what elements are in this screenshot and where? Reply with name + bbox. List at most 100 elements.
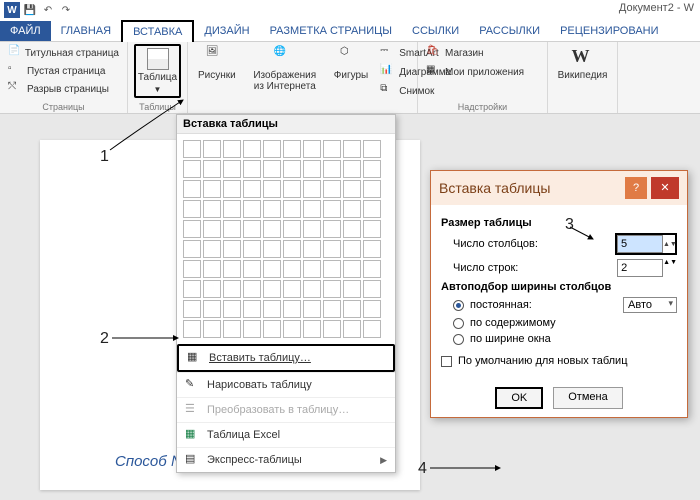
grid-cell[interactable] — [183, 140, 201, 158]
tab-design[interactable]: ДИЗАЙН — [194, 21, 259, 41]
grid-cell[interactable] — [243, 260, 261, 278]
online-pictures-button[interactable]: 🌐Изображения из Интернета — [246, 44, 324, 100]
grid-cell[interactable] — [283, 320, 301, 338]
undo-icon[interactable]: ↶ — [40, 2, 56, 18]
grid-cell[interactable] — [263, 180, 281, 198]
remember-checkbox[interactable] — [441, 356, 452, 367]
grid-cell[interactable] — [363, 160, 381, 178]
grid-cell[interactable] — [183, 260, 201, 278]
grid-cell[interactable] — [363, 140, 381, 158]
grid-cell[interactable] — [243, 160, 261, 178]
tab-home[interactable]: ГЛАВНАЯ — [51, 21, 121, 41]
fixed-width-select[interactable]: Авто — [623, 297, 677, 313]
grid-cell[interactable] — [323, 320, 341, 338]
grid-cell[interactable] — [343, 300, 361, 318]
grid-cell[interactable] — [203, 140, 221, 158]
grid-cell[interactable] — [183, 220, 201, 238]
tab-review[interactable]: РЕЦЕНЗИРОВАНИ — [550, 21, 668, 41]
grid-cell[interactable] — [203, 300, 221, 318]
grid-cell[interactable] — [203, 320, 221, 338]
grid-cell[interactable] — [223, 260, 241, 278]
grid-cell[interactable] — [323, 280, 341, 298]
grid-cell[interactable] — [243, 200, 261, 218]
grid-cell[interactable] — [243, 280, 261, 298]
grid-cell[interactable] — [363, 260, 381, 278]
grid-cell[interactable] — [283, 260, 301, 278]
grid-cell[interactable] — [303, 240, 321, 258]
grid-cell[interactable] — [343, 180, 361, 198]
grid-cell[interactable] — [343, 280, 361, 298]
grid-cell[interactable] — [303, 180, 321, 198]
grid-cell[interactable] — [363, 240, 381, 258]
grid-cell[interactable] — [203, 160, 221, 178]
grid-cell[interactable] — [343, 260, 361, 278]
tab-file[interactable]: ФАЙЛ — [0, 21, 51, 41]
tab-mailings[interactable]: РАССЫЛКИ — [469, 21, 550, 41]
rows-spinner[interactable]: ▲▼ — [617, 259, 677, 277]
grid-cell[interactable] — [283, 280, 301, 298]
grid-cell[interactable] — [223, 140, 241, 158]
columns-input[interactable] — [617, 235, 663, 253]
grid-cell[interactable] — [223, 160, 241, 178]
grid-cell[interactable] — [223, 300, 241, 318]
dialog-help-button[interactable]: ? — [625, 177, 647, 199]
blank-page-button[interactable]: ▫Пустая страница — [6, 62, 121, 80]
grid-cell[interactable] — [263, 200, 281, 218]
grid-cell[interactable] — [223, 180, 241, 198]
grid-cell[interactable] — [303, 160, 321, 178]
radio-by-window[interactable] — [453, 334, 464, 345]
grid-cell[interactable] — [343, 200, 361, 218]
store-button[interactable]: 🛍Магазин — [424, 44, 526, 62]
grid-cell[interactable] — [263, 240, 281, 258]
dialog-close-button[interactable]: ✕ — [651, 177, 679, 199]
grid-cell[interactable] — [223, 220, 241, 238]
grid-cell[interactable] — [323, 140, 341, 158]
grid-cell[interactable] — [323, 160, 341, 178]
grid-cell[interactable] — [363, 220, 381, 238]
radio-by-content[interactable] — [453, 318, 464, 329]
columns-spinner[interactable]: ▲▼ — [615, 233, 677, 255]
grid-cell[interactable] — [363, 180, 381, 198]
grid-cell[interactable] — [263, 300, 281, 318]
grid-cell[interactable] — [203, 240, 221, 258]
tab-layout[interactable]: РАЗМЕТКА СТРАНИЦЫ — [260, 21, 402, 41]
redo-icon[interactable]: ↷ — [58, 2, 74, 18]
grid-cell[interactable] — [343, 140, 361, 158]
grid-cell[interactable] — [203, 280, 221, 298]
grid-cell[interactable] — [243, 180, 261, 198]
grid-cell[interactable] — [303, 140, 321, 158]
grid-cell[interactable] — [323, 200, 341, 218]
grid-cell[interactable] — [223, 240, 241, 258]
table-grid-picker[interactable] — [177, 134, 395, 344]
excel-table-menu-item[interactable]: ▦ Таблица Excel — [177, 422, 395, 447]
save-icon[interactable]: 💾 — [22, 2, 38, 18]
tab-references[interactable]: ССЫЛКИ — [402, 21, 469, 41]
grid-cell[interactable] — [223, 320, 241, 338]
grid-cell[interactable] — [343, 220, 361, 238]
grid-cell[interactable] — [183, 240, 201, 258]
grid-cell[interactable] — [363, 280, 381, 298]
wikipedia-button[interactable]: WВикипедия — [554, 44, 611, 83]
grid-cell[interactable] — [263, 280, 281, 298]
cancel-button[interactable]: Отмена — [553, 387, 622, 409]
grid-cell[interactable] — [283, 220, 301, 238]
grid-cell[interactable] — [183, 160, 201, 178]
grid-cell[interactable] — [283, 140, 301, 158]
grid-cell[interactable] — [203, 260, 221, 278]
grid-cell[interactable] — [243, 320, 261, 338]
ok-button[interactable]: OK — [495, 387, 543, 409]
grid-cell[interactable] — [303, 260, 321, 278]
grid-cell[interactable] — [183, 280, 201, 298]
grid-cell[interactable] — [203, 220, 221, 238]
grid-cell[interactable] — [303, 220, 321, 238]
grid-cell[interactable] — [323, 300, 341, 318]
grid-cell[interactable] — [323, 180, 341, 198]
grid-cell[interactable] — [263, 140, 281, 158]
spinner-buttons[interactable]: ▲▼ — [663, 259, 677, 277]
grid-cell[interactable] — [363, 320, 381, 338]
grid-cell[interactable] — [303, 200, 321, 218]
grid-cell[interactable] — [263, 220, 281, 238]
grid-cell[interactable] — [343, 320, 361, 338]
grid-cell[interactable] — [203, 180, 221, 198]
pictures-button[interactable]: 🖼Рисунки — [194, 44, 240, 100]
